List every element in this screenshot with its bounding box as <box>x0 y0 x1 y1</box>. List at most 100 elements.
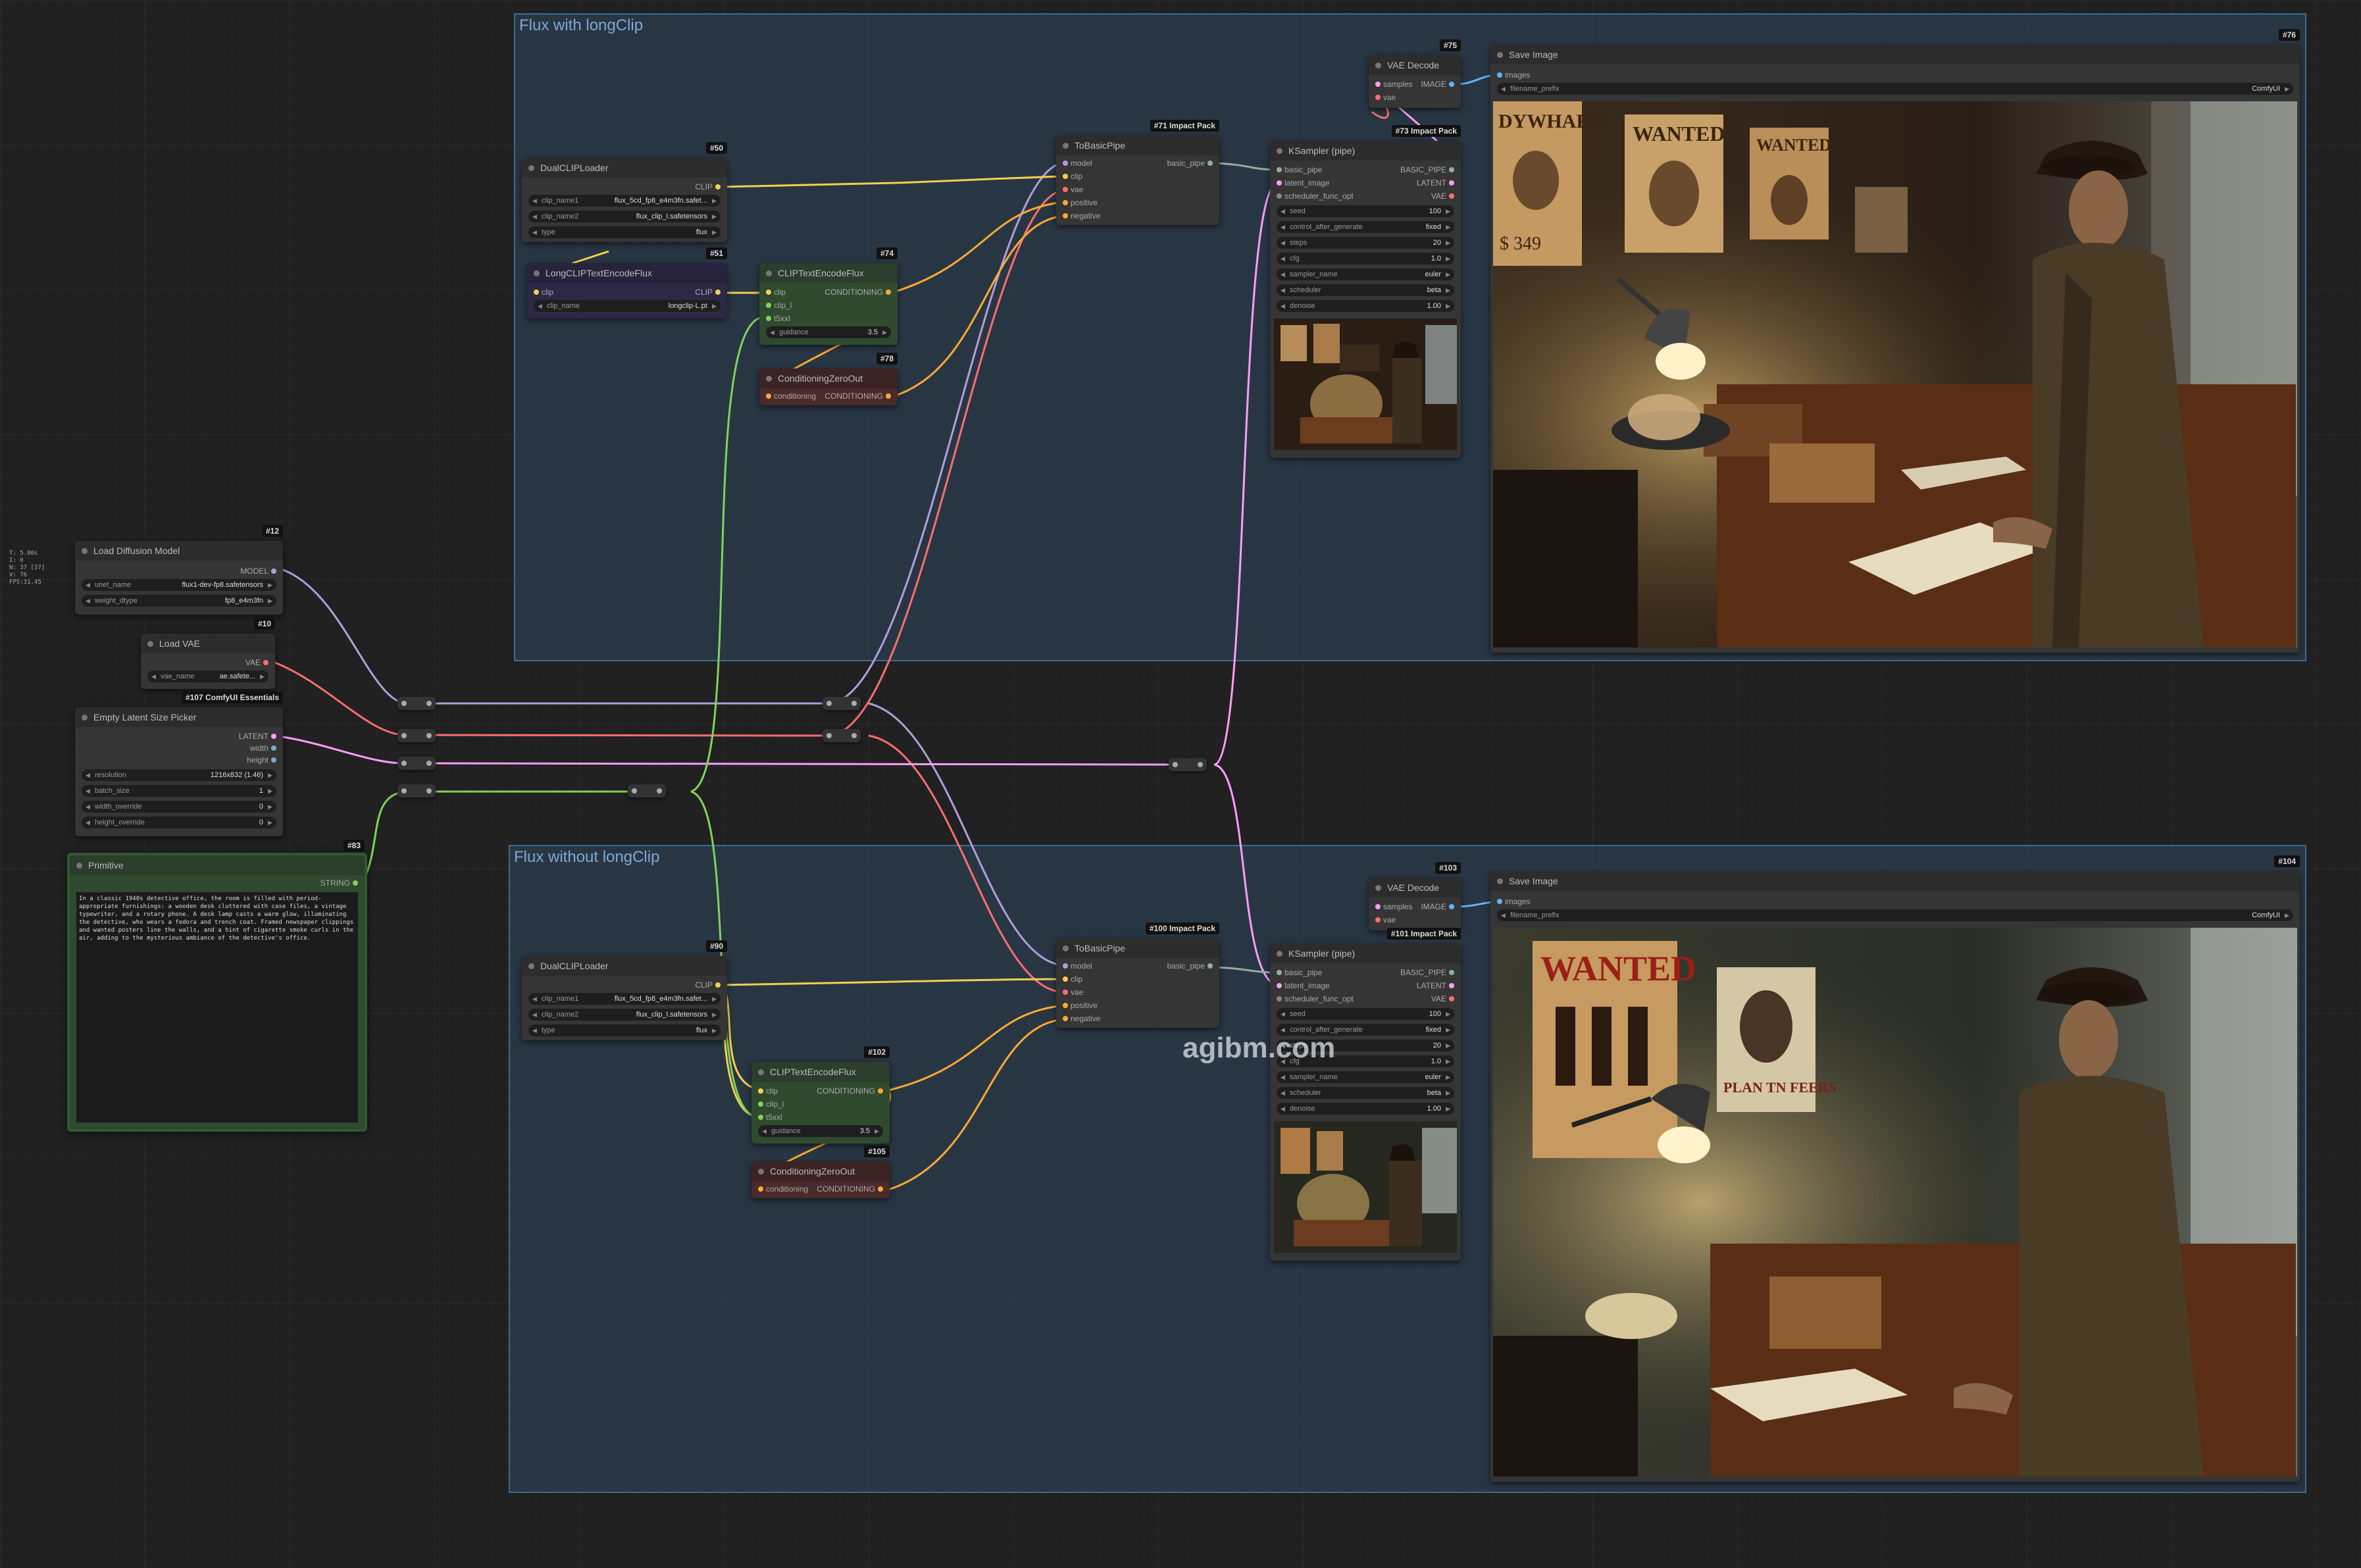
input-t5xxl[interactable]: t5xxl <box>766 313 790 324</box>
widget-sampler-name[interactable]: sampler_nameeuler <box>1277 1071 1454 1083</box>
node-empty-latent-size-picker[interactable]: #107 ComfyUI Essentials Empty Latent Siz… <box>75 692 283 836</box>
widget-unet-name[interactable]: unet_nameflux1-dev-fp8.safetensors <box>82 579 276 591</box>
output-height[interactable]: height <box>247 755 276 765</box>
input-conditioning[interactable]: conditioning <box>758 1184 808 1194</box>
node-conditioningzeroout[interactable]: #105 ConditioningZeroOut conditioning CO… <box>751 1146 890 1198</box>
input-vae[interactable]: vae <box>1375 915 1396 925</box>
node-save-image[interactable]: #104 Save Image images filename_prefixCo… <box>1490 855 2300 1482</box>
widget-vae-name[interactable]: vae_nameae.safete... <box>147 670 268 682</box>
widget-clip-name1[interactable]: clip_name1flux_5cd_fp8_e4m3fn.safet... <box>528 195 721 207</box>
widget-cfg[interactable]: cfg1.0 <box>1277 253 1454 265</box>
input-positive[interactable]: positive <box>1063 1000 1098 1011</box>
node-longclip-text-encode-flux[interactable]: #51 LongCLIPTextEncodeFlux clip CLIP cli… <box>527 247 727 318</box>
input-negative[interactable]: negative <box>1063 211 1100 221</box>
input-conditioning[interactable]: conditioning <box>766 391 816 401</box>
reroute-vae-2[interactable] <box>823 729 861 742</box>
output-image[interactable]: IMAGE <box>1421 79 1454 89</box>
input-basic-pipe[interactable]: basic_pipe <box>1277 164 1322 175</box>
node-load-diffusion-model[interactable]: #12 Load Diffusion Model MODEL unet_name… <box>75 525 283 615</box>
node-save-image[interactable]: #76 Save Image images filename_prefixCom… <box>1490 29 2300 653</box>
output-vae[interactable]: VAE <box>1431 994 1454 1004</box>
input-clip[interactable]: clip <box>1063 171 1082 182</box>
output-vae[interactable]: VAE <box>1431 191 1454 201</box>
output-conditioning[interactable]: CONDITIONING <box>817 1086 883 1096</box>
reroute-vae[interactable] <box>397 729 436 742</box>
widget-height-override[interactable]: height_override0 <box>82 817 276 828</box>
output-conditioning[interactable]: CONDITIONING <box>817 1184 883 1194</box>
input-latent-image[interactable]: latent_image <box>1277 980 1330 991</box>
input-model[interactable]: model <box>1063 158 1092 168</box>
input-clip[interactable]: clip <box>534 287 553 297</box>
output-image[interactable]: IMAGE <box>1421 901 1454 912</box>
reroute-latent[interactable] <box>397 757 436 770</box>
output-width[interactable]: width <box>250 743 276 753</box>
input-clip-l[interactable]: clip_l <box>766 300 792 311</box>
reroute-string-2[interactable] <box>628 784 666 797</box>
output-model[interactable]: MODEL <box>240 566 276 576</box>
input-scheduler-func-opt[interactable]: scheduler_func_opt <box>1277 191 1354 201</box>
node-load-vae[interactable]: #10 Load VAE VAE vae_nameae.safete... <box>141 618 275 689</box>
reroute-model-2[interactable] <box>823 697 861 710</box>
output-basic-pipe[interactable]: BASIC_PIPE <box>1400 967 1454 978</box>
widget-type[interactable]: typeflux <box>528 1024 721 1036</box>
node-dualcliploader[interactable]: #90 DualCLIPLoader CLIP clip_name1flux_5… <box>522 940 727 1040</box>
widget-denoise[interactable]: denoise1.00 <box>1277 1103 1454 1115</box>
widget-clip-name[interactable]: clip_namelongclip-L.pt <box>534 300 721 312</box>
widget-steps[interactable]: steps20 <box>1277 237 1454 249</box>
widget-clip-name2[interactable]: clip_name2flux_clip_l.safetensors <box>528 211 721 222</box>
widget-sampler-name[interactable]: sampler_nameeuler <box>1277 268 1454 280</box>
widget-seed[interactable]: seed100 <box>1277 1008 1454 1020</box>
input-images[interactable]: images <box>1497 70 1531 80</box>
node-tobasicpipe[interactable]: #71 Impact Pack ToBasicPipe model clip v… <box>1056 120 1219 225</box>
input-scheduler-func-opt[interactable]: scheduler_func_opt <box>1277 994 1354 1004</box>
input-vae[interactable]: vae <box>1063 184 1083 195</box>
output-vae[interactable]: VAE <box>245 657 268 668</box>
input-negative[interactable]: negative <box>1063 1013 1100 1024</box>
widget-guidance[interactable]: guidance3.5 <box>758 1125 883 1137</box>
input-t5xxl[interactable]: t5xxl <box>758 1112 782 1123</box>
widget-resolution[interactable]: resolution1216x832 (1.46) <box>82 769 276 781</box>
input-samples[interactable]: samples <box>1375 901 1413 912</box>
widget-batch-size[interactable]: batch_size1 <box>82 785 276 797</box>
output-clip[interactable]: CLIP <box>695 980 721 990</box>
input-basic-pipe[interactable]: basic_pipe <box>1277 967 1322 978</box>
output-clip[interactable]: CLIP <box>695 182 721 192</box>
widget-scheduler[interactable]: schedulerbeta <box>1277 284 1454 296</box>
output-basic-pipe[interactable]: basic_pipe <box>1167 158 1213 168</box>
input-images[interactable]: images <box>1497 896 1531 907</box>
input-model[interactable]: model <box>1063 961 1092 971</box>
widget-clip-name1[interactable]: clip_name1flux_5cd_fp8_e4m3fn.safet... <box>528 993 721 1005</box>
input-clip[interactable]: clip <box>766 287 786 297</box>
reroute-latent-2[interactable] <box>1169 758 1207 771</box>
input-latent-image[interactable]: latent_image <box>1277 178 1330 188</box>
output-basic-pipe[interactable]: BASIC_PIPE <box>1400 164 1454 175</box>
widget-seed[interactable]: seed100 <box>1277 205 1454 217</box>
output-basic-pipe[interactable]: basic_pipe <box>1167 961 1213 971</box>
input-clip-l[interactable]: clip_l <box>758 1099 784 1109</box>
node-tobasicpipe[interactable]: #100 Impact Pack ToBasicPipe model clip … <box>1056 923 1219 1028</box>
node-cliptextencodeflux[interactable]: #74 CLIPTextEncodeFlux clip clip_l t5xxl… <box>759 247 898 345</box>
output-conditioning[interactable]: CONDITIONING <box>825 287 891 297</box>
input-positive[interactable]: positive <box>1063 197 1098 208</box>
widget-filename-prefix[interactable]: filename_prefixComfyUI <box>1497 909 2293 921</box>
output-conditioning[interactable]: CONDITIONING <box>825 391 891 401</box>
prompt-textarea[interactable]: In a classic 1940s detective office, the… <box>76 892 358 1123</box>
node-primitive[interactable]: #83 Primitive STRING In a classic 1940s … <box>67 840 367 1132</box>
widget-weight-dtype[interactable]: weight_dtypefp8_e4m3fn <box>82 595 276 607</box>
node-ksampler-pipe[interactable]: #73 Impact Pack KSampler (pipe) basic_pi… <box>1270 125 1461 458</box>
node-vae-decode[interactable]: #75 VAE Decode samples vae IMAGE <box>1369 39 1461 108</box>
widget-type[interactable]: typeflux <box>528 226 721 238</box>
node-dualcliploader[interactable]: #50 DualCLIPLoader CLIP clip_name1flux_5… <box>522 142 727 242</box>
widget-guidance[interactable]: guidance3.5 <box>766 326 891 338</box>
output-clip[interactable]: CLIP <box>695 287 721 297</box>
input-vae[interactable]: vae <box>1063 987 1083 998</box>
node-conditioningzeroout[interactable]: #78 ConditioningZeroOut conditioning CON… <box>759 353 898 405</box>
widget-clip-name2[interactable]: clip_name2flux_clip_l.safetensors <box>528 1009 721 1021</box>
node-vae-decode[interactable]: #103 VAE Decode samples vae IMAGE <box>1369 862 1461 930</box>
node-ksampler-pipe[interactable]: #101 Impact Pack KSampler (pipe) basic_p… <box>1270 928 1461 1261</box>
widget-filename-prefix[interactable]: filename_prefixComfyUI <box>1497 83 2293 95</box>
reroute-model[interactable] <box>397 697 436 710</box>
output-string[interactable]: STRING <box>320 878 358 888</box>
widget-scheduler[interactable]: schedulerbeta <box>1277 1087 1454 1099</box>
output-latent[interactable]: LATENT <box>1417 178 1454 188</box>
